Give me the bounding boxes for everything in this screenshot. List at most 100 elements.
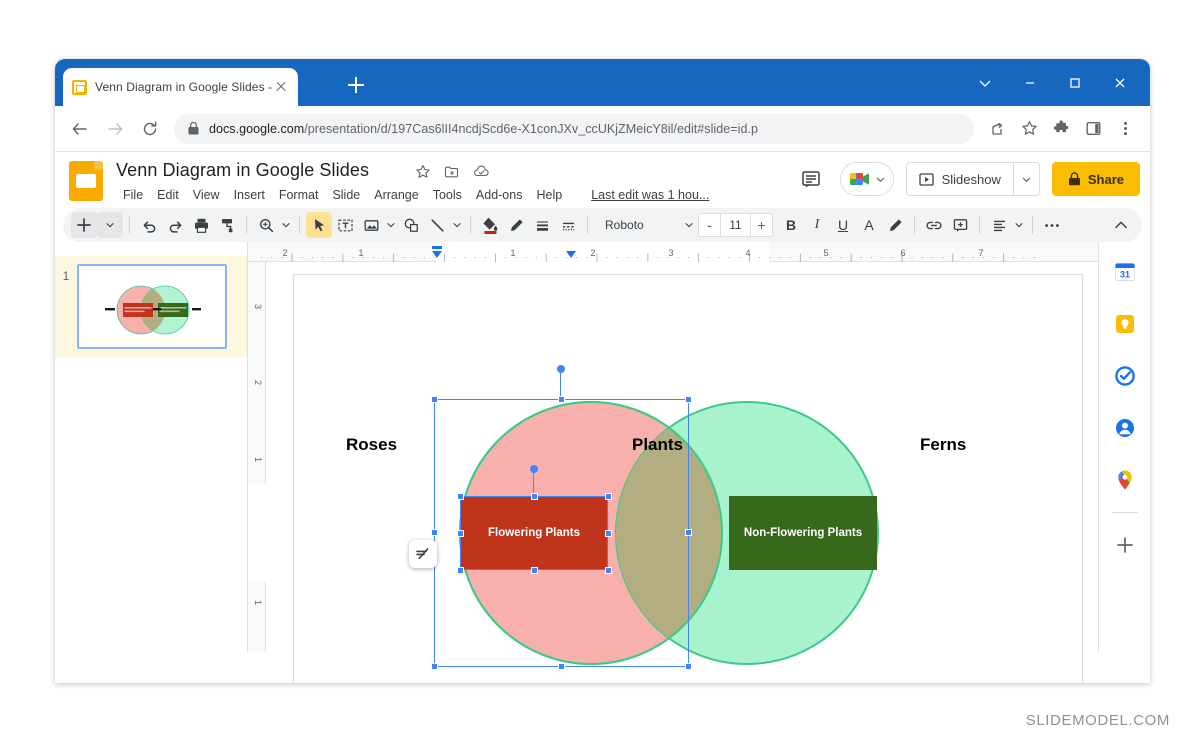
resize-handle-ne[interactable]: [605, 493, 612, 500]
line-icon[interactable]: [424, 212, 450, 238]
filmstrip-slide-1[interactable]: 1: [55, 256, 247, 357]
add-slide-icon[interactable]: [71, 212, 97, 238]
left-indent-marker[interactable]: [432, 251, 442, 258]
resize-handle-se[interactable]: [605, 567, 612, 574]
share-button[interactable]: Share: [1051, 162, 1140, 196]
contacts-icon[interactable]: [1099, 402, 1150, 454]
close-icon[interactable]: [273, 79, 289, 95]
increase-font-size-button[interactable]: +: [751, 214, 772, 236]
browser-tab[interactable]: Venn Diagram in Google Slides -: [63, 68, 298, 106]
forward-arrow-icon[interactable]: [100, 114, 130, 144]
venn-box-non-flowering-plants[interactable]: Non-Flowering Plants: [729, 496, 877, 570]
slideshow-dropdown-arrow[interactable]: [1012, 163, 1039, 195]
last-edit-status[interactable]: Last edit was 1 hou...: [591, 188, 709, 202]
menu-item-arrange[interactable]: Arrange: [367, 185, 425, 205]
right-indent-marker[interactable]: [566, 251, 576, 258]
decrease-font-size-button[interactable]: -: [699, 214, 720, 236]
bold-button[interactable]: B: [778, 212, 804, 238]
more-options-icon[interactable]: [1039, 212, 1065, 238]
font-family-selector[interactable]: Roboto: [598, 213, 693, 237]
cursor-select-icon[interactable]: [306, 212, 332, 238]
text-color-button[interactable]: A: [856, 212, 882, 238]
venn-label-roses[interactable]: Roses: [346, 435, 397, 455]
calendar-icon[interactable]: 31: [1099, 246, 1150, 298]
add-slide-dropdown-arrow[interactable]: [97, 212, 123, 238]
resize-handle-s[interactable]: [558, 663, 565, 670]
reload-icon[interactable]: [135, 114, 165, 144]
resize-handle-e[interactable]: [605, 530, 612, 537]
new-tab-button[interactable]: [345, 74, 367, 96]
resize-handle-e[interactable]: [685, 529, 692, 536]
border-color-icon[interactable]: [503, 212, 529, 238]
back-arrow-icon[interactable]: [65, 114, 95, 144]
menu-item-help[interactable]: Help: [529, 185, 569, 205]
first-line-indent-marker[interactable]: [432, 246, 442, 249]
insert-link-icon[interactable]: [921, 212, 947, 238]
undo-icon[interactable]: [136, 212, 162, 238]
collapse-toolbar-icon[interactable]: [1108, 212, 1134, 238]
menu-item-edit[interactable]: Edit: [150, 185, 186, 205]
resize-handle-ne[interactable]: [685, 396, 692, 403]
rotation-handle[interactable]: [530, 465, 538, 473]
move-to-folder-icon[interactable]: [444, 164, 460, 180]
vertical-ruler[interactable]: 3 2 1 1: [248, 262, 266, 652]
add-ons-plus-icon[interactable]: [1099, 519, 1150, 571]
resize-handle-w[interactable]: [457, 530, 464, 537]
resize-handle-s[interactable]: [531, 567, 538, 574]
align-icon[interactable]: [986, 212, 1012, 238]
document-title[interactable]: Venn Diagram in Google Slides: [116, 160, 369, 181]
insert-image-icon[interactable]: [358, 212, 384, 238]
underline-button[interactable]: U: [830, 212, 856, 238]
resize-handle-n[interactable]: [558, 396, 565, 403]
horizontal-ruler[interactable]: · · · | · · · · | · · · · | · · · · | · …: [248, 242, 1098, 262]
add-comment-icon[interactable]: [947, 212, 973, 238]
resize-handle-w[interactable]: [431, 529, 438, 536]
maximize-icon[interactable]: [1052, 59, 1097, 106]
share-icon[interactable]: [982, 114, 1012, 144]
resize-handle-se[interactable]: [685, 663, 692, 670]
maps-icon[interactable]: [1099, 454, 1150, 506]
zoom-icon[interactable]: [253, 212, 279, 238]
slideshow-button[interactable]: Slideshow: [907, 163, 1013, 195]
border-dash-icon[interactable]: [555, 212, 581, 238]
comment-history-icon[interactable]: [794, 162, 828, 196]
menu-item-addons[interactable]: Add-ons: [469, 185, 530, 205]
text-box-icon[interactable]: [332, 212, 358, 238]
menu-item-format[interactable]: Format: [272, 185, 326, 205]
italic-button[interactable]: I: [804, 212, 830, 238]
fill-color-icon[interactable]: [477, 212, 503, 238]
border-weight-icon[interactable]: [529, 212, 555, 238]
resize-handle-n[interactable]: [531, 493, 538, 500]
resize-handle-nw[interactable]: [457, 493, 464, 500]
tasks-icon[interactable]: [1099, 350, 1150, 402]
extensions-puzzle-icon[interactable]: [1046, 114, 1076, 144]
menu-item-view[interactable]: View: [186, 185, 227, 205]
chevron-down-icon[interactable]: [962, 59, 1007, 106]
font-size-input[interactable]: 11: [720, 214, 751, 236]
redo-icon[interactable]: [162, 212, 188, 238]
star-icon[interactable]: [415, 164, 431, 180]
address-bar[interactable]: docs.google.com/presentation/d/197Cas6lI…: [174, 113, 974, 144]
venn-label-ferns[interactable]: Ferns: [920, 435, 966, 455]
highlight-icon[interactable]: [882, 212, 908, 238]
keep-icon[interactable]: [1099, 298, 1150, 350]
cloud-saved-icon[interactable]: [473, 164, 490, 180]
close-icon[interactable]: [1097, 59, 1142, 106]
zoom-dropdown-arrow[interactable]: [279, 221, 293, 229]
image-dropdown-arrow[interactable]: [384, 221, 398, 229]
browser-menu-icon[interactable]: [1110, 114, 1140, 144]
menu-item-tools[interactable]: Tools: [426, 185, 469, 205]
menu-item-slide[interactable]: Slide: [325, 185, 367, 205]
menu-item-insert[interactable]: Insert: [227, 185, 272, 205]
resize-handle-nw[interactable]: [431, 396, 438, 403]
crop-scissors-icon[interactable]: [409, 540, 437, 568]
side-panel-icon[interactable]: [1078, 114, 1108, 144]
slide-canvas[interactable]: Roses Plants Ferns Flowering Plants Non-…: [293, 274, 1083, 683]
shape-icon[interactable]: [398, 212, 424, 238]
meet-button[interactable]: [839, 162, 894, 196]
rotation-handle[interactable]: [557, 365, 565, 373]
menu-item-file[interactable]: File: [116, 185, 150, 205]
align-dropdown-arrow[interactable]: [1012, 221, 1026, 229]
resize-handle-sw[interactable]: [457, 567, 464, 574]
resize-handle-sw[interactable]: [431, 663, 438, 670]
